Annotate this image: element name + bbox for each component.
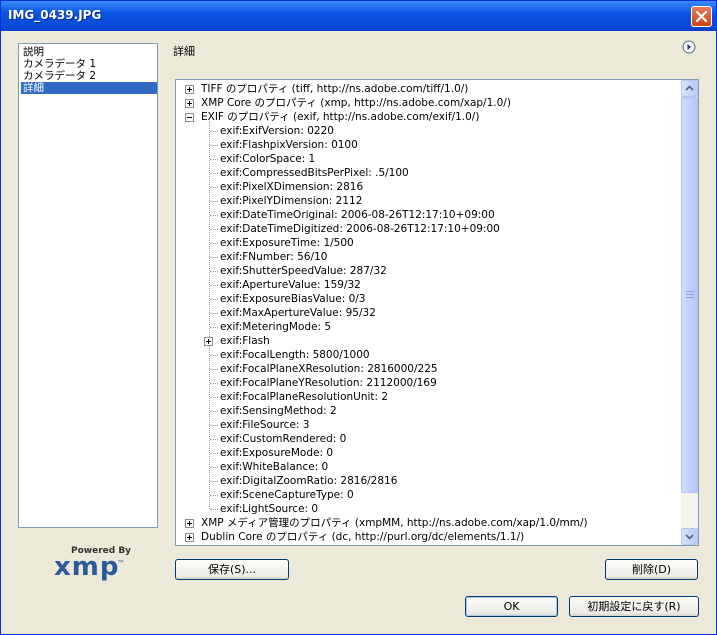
close-icon [695, 10, 708, 23]
tree-property-row[interactable]: exif:PixelXDimension: 2816 [220, 180, 363, 194]
reset-defaults-button[interactable]: 初期設定に戻す(R) [569, 596, 699, 617]
expand-plus-icon[interactable] [204, 337, 213, 346]
tree-property-row[interactable]: exif:ApertureValue: 159/32 [220, 278, 361, 292]
tree-group-row[interactable]: Dublin Core のプロパティ (dc, http://purl.org/… [201, 530, 524, 544]
tree-property-row[interactable]: exif:ExifVersion: 0220 [220, 124, 334, 138]
tree-scrollbar[interactable] [681, 80, 698, 545]
collapse-minus-icon[interactable] [185, 113, 194, 122]
trademark-mark: ™ [117, 559, 125, 568]
window-title: IMG_0439.JPG [8, 8, 102, 22]
chevron-down-icon [685, 534, 694, 540]
tree-property-row[interactable]: exif:ColorSpace: 1 [220, 152, 315, 166]
tree-property-row[interactable]: exif:DateTimeDigitized: 2006-08-26T12:17… [220, 222, 500, 236]
category-item-description[interactable]: 説明 [21, 46, 157, 58]
tree-property-row[interactable]: exif:FocalPlaneXResolution: 2816000/225 [220, 362, 438, 376]
tree-property-row[interactable]: exif:ExposureBiasValue: 0/3 [220, 292, 366, 306]
delete-button[interactable]: 削除(D) [605, 559, 698, 580]
tree-property-row[interactable]: exif:MaxApertureValue: 95/32 [220, 306, 376, 320]
tree-property-row[interactable]: exif:CustomRendered: 0 [220, 432, 346, 446]
scroll-down-button[interactable] [681, 528, 698, 545]
tree-property-row[interactable]: exif:FocalPlaneResolutionUnit: 2 [220, 390, 388, 404]
category-item-advanced[interactable]: 詳細 [21, 82, 157, 94]
expand-plus-icon[interactable] [185, 519, 194, 528]
property-tree[interactable]: TIFF のプロパティ (tiff, http://ns.adobe.com/t… [175, 79, 699, 546]
category-list[interactable]: 説明 カメラデータ 1 カメラデータ 2 詳細 [18, 43, 158, 528]
scroll-thumb[interactable] [681, 97, 698, 493]
tree-property-row[interactable]: exif:ShutterSpeedValue: 287/32 [220, 264, 387, 278]
category-item-camera-data-2[interactable]: カメラデータ 2 [21, 70, 157, 82]
tree-property-row[interactable]: exif:DateTimeOriginal: 2006-08-26T12:17:… [220, 208, 495, 222]
tree-group-row[interactable]: XMP メディア管理のプロパティ (xmpMM, http://ns.adobe… [201, 516, 588, 530]
properties-dialog: IMG_0439.JPG 説明 カメラデータ 1 カメラデータ 2 詳細 詳細 … [0, 0, 717, 635]
tree-property-row[interactable]: exif:MeteringMode: 5 [220, 320, 331, 334]
expand-plus-icon[interactable] [185, 99, 194, 108]
tree-property-row[interactable]: exif:SceneCaptureType: 0 [220, 488, 354, 502]
tree-property-row[interactable]: exif:FNumber: 56/10 [220, 250, 327, 264]
xmp-logo: Powered By xmp ™ [51, 546, 131, 586]
tree-property-row[interactable]: exif:ExposureTime: 1/500 [220, 236, 354, 250]
ok-button[interactable]: OK [465, 596, 558, 617]
tree-group-row[interactable]: XMP Core のプロパティ (xmp, http://ns.adobe.co… [201, 96, 511, 110]
tree-property-row[interactable]: exif:FocalLength: 5800/1000 [220, 348, 370, 362]
tree-guide-line [209, 121, 210, 509]
tree-group-row[interactable]: EXIF のプロパティ (exif, http://ns.adobe.com/e… [201, 110, 479, 124]
scroll-up-button[interactable] [681, 80, 698, 97]
expand-plus-icon[interactable] [185, 533, 194, 542]
tree-group-row[interactable]: TIFF のプロパティ (tiff, http://ns.adobe.com/t… [201, 82, 468, 96]
xmp-brand: xmp [54, 552, 120, 582]
tree-property-row[interactable]: exif:DigitalZoomRatio: 2816/2816 [220, 474, 397, 488]
chevron-up-icon [685, 85, 694, 91]
category-item-camera-data-1[interactable]: カメラデータ 1 [21, 58, 157, 70]
tree-property-row[interactable]: exif:PixelYDimension: 2112 [220, 194, 362, 208]
panel-title: 詳細 [173, 45, 195, 58]
close-button[interactable] [691, 6, 712, 27]
tree-property-row[interactable]: exif:FileSource: 3 [220, 418, 309, 432]
tree-property-row[interactable]: exif:SensingMethod: 2 [220, 404, 337, 418]
tree-property-row[interactable]: exif:WhiteBalance: 0 [220, 460, 328, 474]
save-button[interactable]: 保存(S)... [175, 559, 289, 580]
tree-property-row[interactable]: exif:Flash [220, 334, 270, 348]
expand-plus-icon[interactable] [185, 85, 194, 94]
tree-property-row[interactable]: exif:LightSource: 0 [220, 502, 318, 516]
tree-property-row[interactable]: exif:FlashpixVersion: 0100 [220, 138, 358, 152]
tree-property-row[interactable]: exif:FocalPlaneYResolution: 2112000/169 [220, 376, 437, 390]
title-bar[interactable]: IMG_0439.JPG [1, 1, 716, 31]
circle-arrow-right-icon[interactable] [682, 40, 696, 54]
tree-property-row[interactable]: exif:ExposureMode: 0 [220, 446, 333, 460]
tree-property-row[interactable]: exif:CompressedBitsPerPixel: .5/100 [220, 166, 409, 180]
